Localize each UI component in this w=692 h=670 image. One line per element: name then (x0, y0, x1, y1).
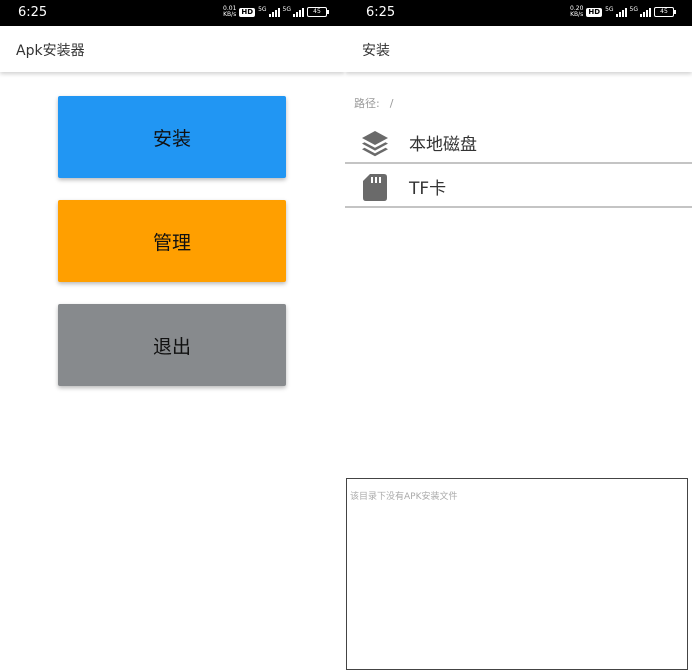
sd-card-icon (360, 172, 390, 202)
signal-label: 5G (629, 6, 638, 13)
list-item-local-disk[interactable]: 本地磁盘 (345, 120, 692, 164)
signal-icon: 5G (283, 7, 304, 17)
status-bar: 6:25 0.01 KB/s HD 5G 5G 45 (0, 0, 345, 26)
manage-button[interactable]: 管理 (58, 200, 286, 282)
install-screen: 6:25 0.20 KB/s HD 5G 5G 45 安装 路径: / 本地磁盘 (345, 0, 692, 670)
status-icons: 0.20 KB/s HD 5G 5G 45 (570, 6, 676, 18)
status-bar: 6:25 0.20 KB/s HD 5G 5G 45 (345, 0, 692, 26)
layers-icon (360, 128, 390, 158)
exit-button[interactable]: 退出 (58, 304, 286, 386)
status-time: 6:25 (366, 5, 396, 20)
signal-icon: 5G (258, 6, 280, 17)
home-screen: 6:25 0.01 KB/s HD 5G 5G 45 Apk安装器 安装 管理 … (0, 0, 345, 670)
network-rate-unit: KB/s (223, 11, 237, 18)
app-bar: 安装 (345, 26, 692, 72)
list-item-tf-card[interactable]: TF卡 (345, 164, 692, 208)
signal-icon: 5G (605, 6, 627, 17)
network-rate: 0.01 KB/s (223, 6, 236, 18)
battery-icon: 45 (307, 7, 329, 17)
path-label: 路径: (354, 97, 380, 110)
list-item-label: 本地磁盘 (409, 135, 477, 155)
network-rate-unit: KB/s (570, 11, 584, 18)
hd-icon: HD (586, 7, 603, 17)
path-value: / (389, 97, 394, 110)
log-output[interactable]: 该目录下没有APK安装文件 (346, 478, 688, 670)
battery-icon: 45 (654, 7, 676, 17)
list-item-label: TF卡 (409, 179, 447, 199)
signal-label: 5G (258, 6, 267, 13)
log-message: 该目录下没有APK安装文件 (350, 492, 458, 502)
app-title: 安装 (362, 43, 390, 59)
status-icons: 0.01 KB/s HD 5G 5G 45 (223, 6, 329, 18)
hd-icon: HD (239, 7, 256, 17)
path-row: 路径: / (354, 95, 393, 111)
signal-label: 5G (605, 6, 614, 13)
signal-label: 5G (282, 6, 291, 13)
app-bar: Apk安装器 (0, 26, 345, 72)
install-button[interactable]: 安装 (58, 96, 286, 178)
app-title: Apk安装器 (16, 43, 85, 59)
status-time: 6:25 (18, 5, 48, 20)
network-rate: 0.20 KB/s (570, 6, 583, 18)
signal-icon: 5G (630, 7, 651, 17)
